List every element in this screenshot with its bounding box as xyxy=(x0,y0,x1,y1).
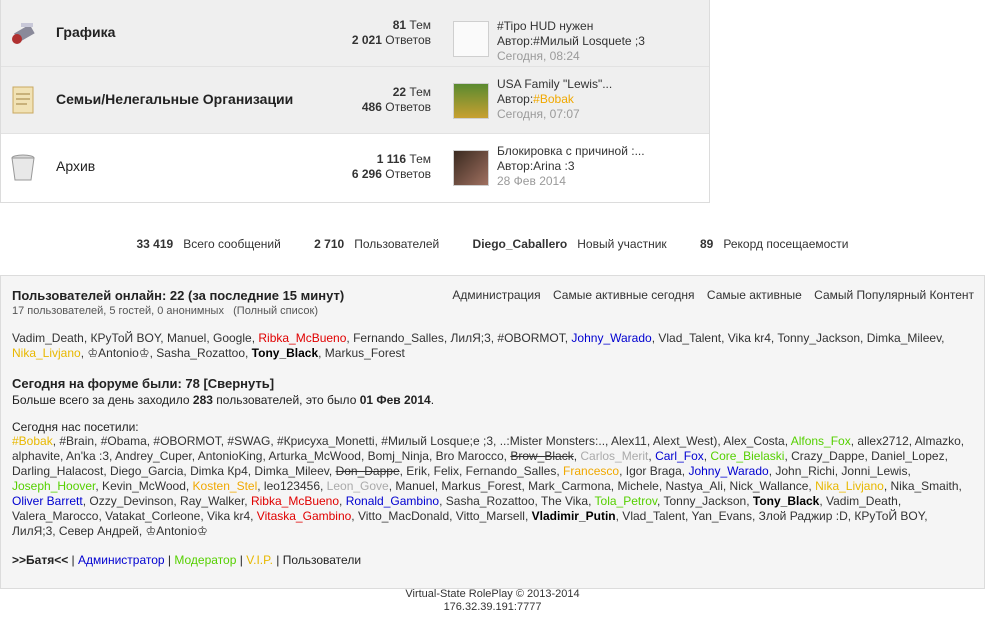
forum-title[interactable]: Семьи/Нелегальные Организации xyxy=(56,91,293,107)
avatar[interactable] xyxy=(453,150,489,186)
last-post-date: Сегодня, 07:07 xyxy=(497,107,580,121)
document-icon xyxy=(12,86,34,114)
online-title: Пользователей онлайн: 22 (за последние 1… xyxy=(12,288,345,303)
last-post-title[interactable]: #Tipo НUD нужен xyxy=(497,19,645,34)
forum-row-archive[interactable]: Архив 1 116 Тем 6 296 Ответов Блокировка… xyxy=(1,134,709,202)
today-title: Сегодня на форуме были: 78 [Свернуть] xyxy=(12,376,275,391)
avatar[interactable] xyxy=(453,83,489,119)
online-panel: Администрация Самые активные сегодня Сам… xyxy=(0,275,985,589)
forum-stats: 81 Тем 2 021 Ответов xyxy=(351,18,431,47)
footer: Virtual-State RolePlay © 2013-2014 176.3… xyxy=(405,588,580,613)
last-post: USA Family "Lewis"... Автор:#Bobak Сегод… xyxy=(497,77,613,121)
last-post-date: Сегодня, 08:24 xyxy=(497,49,580,63)
avatar[interactable] xyxy=(453,21,489,57)
last-post-author[interactable]: #Bobak xyxy=(533,92,574,106)
forum-stats: 22 Тем 486 Ответов xyxy=(361,85,431,114)
today-users: #Bobak, #Brain, #Obama, #OBORMOT, #SWAG,… xyxy=(12,434,965,538)
last-post-author[interactable]: Arina :3 xyxy=(533,159,574,173)
forum-stats: 1 116 Тем 6 296 Ответов xyxy=(351,152,431,181)
forum-title[interactable]: Графика xyxy=(56,24,115,40)
group-legend: >>Батя<< | Администратор | Модератор | V… xyxy=(12,553,362,567)
forum-row-graphics[interactable]: Графика 81 Тем 2 021 Ответов #Tipo НUD н… xyxy=(1,0,709,67)
last-post-title[interactable]: USA Family "Lewis"... xyxy=(497,77,612,92)
graphics-icon xyxy=(12,23,35,44)
board-stats: 33 419 Всего сообщений 2 710 Пользовател… xyxy=(136,237,849,251)
last-post-date: 28 Фев 2014 xyxy=(497,174,566,188)
trash-icon xyxy=(11,154,35,181)
last-post-title[interactable]: Блокировка с причиной :... xyxy=(497,144,645,159)
newest-member[interactable]: Diego_Caballero xyxy=(473,237,568,251)
full-list-link[interactable]: (Полный список) xyxy=(233,305,318,317)
forum-title[interactable]: Архив xyxy=(56,158,95,174)
online-users: Vadim_Death, КРуТоЙ BOY, Manuel, Google,… xyxy=(12,331,945,360)
last-post-author[interactable]: #Милый Losquete ;3 xyxy=(533,34,645,48)
last-post: #Tipo НUD нужен Автор:#Милый Losquete ;3… xyxy=(497,19,645,63)
last-post: Блокировка с причиной :... Автор:Arina :… xyxy=(497,144,645,188)
forum-list: Графика 81 Тем 2 021 Ответов #Tipo НUD н… xyxy=(0,0,710,203)
forum-row-families[interactable]: Семьи/Нелегальные Организации 22 Тем 486… xyxy=(1,67,709,134)
